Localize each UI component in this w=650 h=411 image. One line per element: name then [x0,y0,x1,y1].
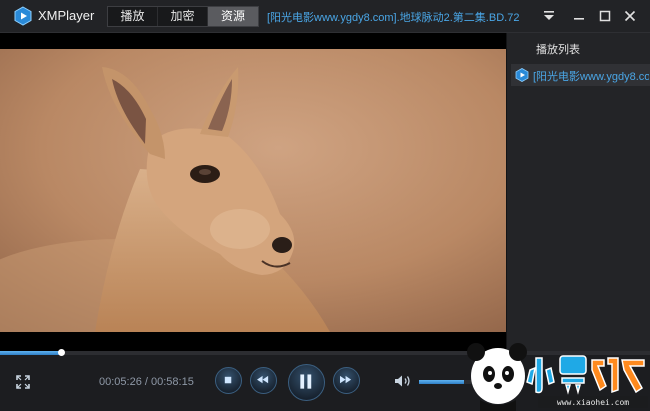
minimize-icon[interactable] [571,8,587,24]
now-playing-title: [阳光电影www.ygdy8.com].地球脉动2.第二集.BD.720p [267,12,520,24]
time-display: 00:05:26 / 00:58:15 [99,376,194,388]
playlist-item-label: [阳光电影www.ygdy8.com] [533,71,649,83]
total-time: 00:58:15 [151,376,194,388]
seek-progress [0,351,62,355]
close-icon[interactable] [622,8,638,24]
fast-forward-icon [340,375,352,384]
playlist-item[interactable]: [阳光电影www.ygdy8.com] [511,64,650,86]
site-watermark-logo: www.xiaohei.com [467,343,648,411]
menu-dropdown-icon[interactable] [541,8,557,24]
rewind-button[interactable] [250,367,277,394]
tab-play[interactable]: 播放 [108,7,158,26]
main-tabs: 播放 加密 资源 [107,6,259,27]
app-name: XMPlayer [38,8,95,23]
pause-button[interactable] [288,364,325,401]
play-logo-icon [14,6,32,26]
time-separator: / [141,376,151,388]
video-file-icon [515,68,529,82]
tab-encrypt[interactable]: 加密 [158,7,208,26]
playlist-title: 播放列表 [536,43,580,56]
svg-text:www.xiaohei.com: www.xiaohei.com [557,398,629,407]
video-frame [0,49,506,332]
volume-icon[interactable] [394,374,412,388]
tab-resources[interactable]: 资源 [208,7,258,26]
fast-forward-button[interactable] [333,367,360,394]
video-area[interactable] [0,33,506,351]
rewind-icon [257,375,269,384]
seek-handle[interactable] [58,349,66,356]
title-bar: XMPlayer 播放 加密 资源 [阳光电影www.ygdy8.com].地球… [0,0,650,33]
current-time: 00:05:26 [99,376,142,388]
fullscreen-icon[interactable] [16,375,30,389]
stop-icon [224,376,232,384]
playlist-panel: 播放列表 [阳光电影www.ygdy8.com] [506,33,650,351]
maximize-icon[interactable] [597,8,613,24]
pause-icon [300,374,312,389]
stop-button[interactable] [215,367,242,394]
